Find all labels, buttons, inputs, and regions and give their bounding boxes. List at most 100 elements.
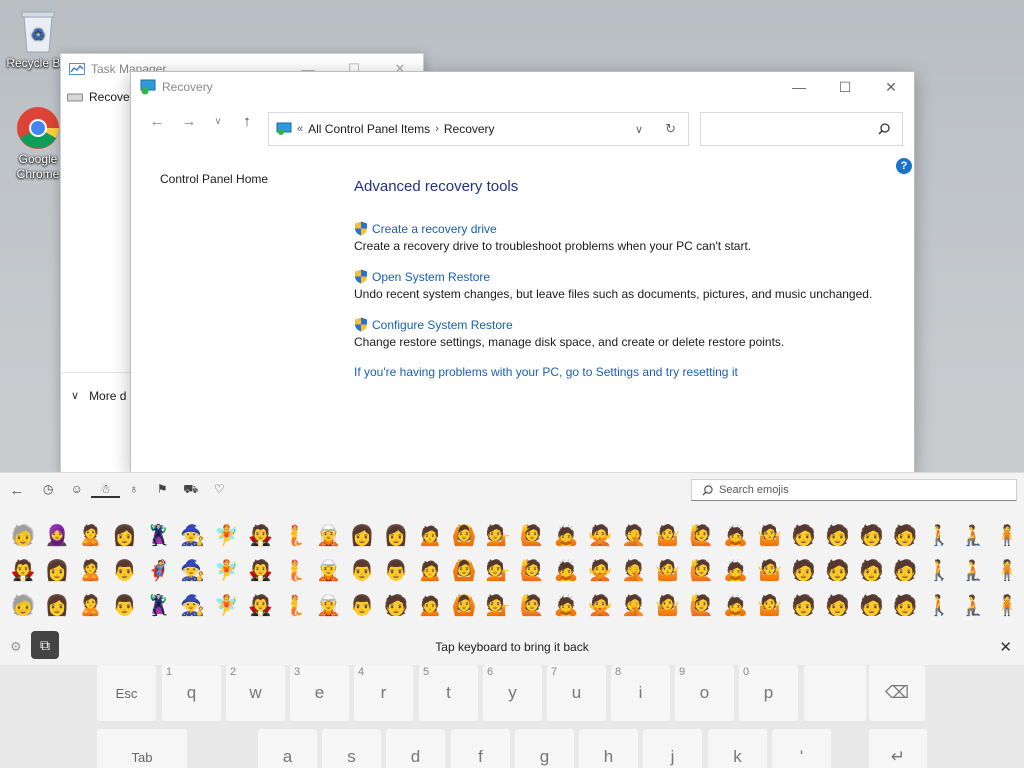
emoji-item[interactable]: 🙍: [413, 595, 447, 615]
emoji-item[interactable]: 🧛: [6, 560, 40, 580]
emoji-item[interactable]: 🙆: [447, 560, 481, 580]
key-Tab[interactable]: Tab: [97, 729, 187, 768]
emoji-item[interactable]: 🙋: [515, 560, 549, 580]
emoji-item[interactable]: 🧑: [821, 525, 855, 545]
car-icon[interactable]: ⛟: [177, 482, 206, 498]
emoji-search-input[interactable]: Search emojis: [691, 479, 1017, 501]
emoji-item[interactable]: 🙋: [685, 525, 719, 545]
key-e[interactable]: 3e: [290, 665, 349, 721]
emoji-item[interactable]: 🤷: [753, 560, 787, 580]
key-u[interactable]: 7u: [547, 665, 606, 721]
key-s[interactable]: s: [322, 729, 381, 768]
emoji-item[interactable]: 🧑: [787, 560, 821, 580]
emoji-item[interactable]: 👨: [345, 560, 379, 580]
emoji-item[interactable]: 🧍: [990, 525, 1024, 545]
key-r[interactable]: 4r: [354, 665, 413, 721]
emoji-item[interactable]: 🧚: [210, 525, 244, 545]
emoji-item[interactable]: 🧑: [888, 595, 922, 615]
key-q[interactable]: 1q: [162, 665, 221, 721]
emoji-item[interactable]: 🤦: [617, 595, 651, 615]
configure-system-restore-link[interactable]: Configure System Restore: [354, 317, 894, 332]
key-i[interactable]: 8i: [611, 665, 670, 721]
emoji-item[interactable]: 🦹: [142, 525, 176, 545]
emoji-item[interactable]: 🧜: [278, 525, 312, 545]
emoji-item[interactable]: 🧍: [990, 595, 1024, 615]
emoji-item[interactable]: 🤷: [651, 560, 685, 580]
emoji-item[interactable]: 🙍: [413, 560, 447, 580]
emoji-item[interactable]: 🙆: [447, 595, 481, 615]
emoji-item[interactable]: 💁: [481, 595, 515, 615]
emoji-item[interactable]: 🚶: [922, 595, 956, 615]
emoji-item[interactable]: 🧛: [244, 560, 278, 580]
emoji-item[interactable]: 🧝: [311, 560, 345, 580]
clock-icon[interactable]: ◷: [34, 482, 63, 498]
emoji-item[interactable]: 🙇: [549, 560, 583, 580]
smiley-icon[interactable]: ☺: [63, 482, 92, 498]
key-'[interactable]: ': [772, 729, 831, 768]
emoji-item[interactable]: 🤷: [753, 525, 787, 545]
emoji-item[interactable]: 🧜: [278, 560, 312, 580]
emoji-item[interactable]: 🙋: [515, 595, 549, 615]
key-h[interactable]: h: [579, 729, 638, 768]
create-recovery-drive-link[interactable]: Create a recovery drive: [354, 221, 894, 236]
emoji-item[interactable]: 🧎: [956, 560, 990, 580]
emoji-item[interactable]: 💁: [481, 560, 515, 580]
recovery-window[interactable]: Recovery — ☐ ✕ ← → ∨ ↑ « All Control Pan…: [130, 71, 915, 473]
emoji-item[interactable]: 🧎: [956, 595, 990, 615]
emoji-item[interactable]: 🧎: [956, 525, 990, 545]
close-icon[interactable]: ✕: [999, 638, 1012, 656]
emoji-item[interactable]: 🙋: [515, 525, 549, 545]
key-w[interactable]: 2w: [226, 665, 285, 721]
close-button[interactable]: ✕: [868, 72, 914, 102]
emoji-item[interactable]: 👨: [345, 595, 379, 615]
emoji-item[interactable]: 🙎: [74, 595, 108, 615]
emoji-item[interactable]: 🙇: [719, 560, 753, 580]
emoji-item[interactable]: 🧝: [311, 595, 345, 615]
emoji-item[interactable]: 👩: [379, 525, 413, 545]
key-y[interactable]: 6y: [483, 665, 542, 721]
emoji-item[interactable]: 🙇: [549, 595, 583, 615]
emoji-item[interactable]: 👩: [40, 595, 74, 615]
emoji-item[interactable]: 🧙: [176, 525, 210, 545]
emoji-item[interactable]: 🧛: [244, 595, 278, 615]
address-bar[interactable]: « All Control Panel Items › Recovery ∨ ↻: [268, 112, 689, 146]
maximize-button[interactable]: ☐: [822, 72, 868, 102]
emoji-item[interactable]: 👨: [108, 595, 142, 615]
emoji-item[interactable]: 🚶: [922, 560, 956, 580]
emoji-item[interactable]: 🧓: [6, 525, 40, 545]
task-manager-process-row[interactable]: Recover: [67, 90, 134, 104]
emoji-item[interactable]: 🧍: [990, 560, 1024, 580]
key-g[interactable]: g: [515, 729, 574, 768]
minimize-button[interactable]: —: [776, 72, 822, 102]
emoji-item[interactable]: 🧑: [888, 525, 922, 545]
up-arrow-icon[interactable]: ↑: [231, 113, 263, 130]
emoji-item[interactable]: 🤷: [651, 595, 685, 615]
emoji-item[interactable]: 🙅: [583, 595, 617, 615]
emoji-item[interactable]: 🙆: [447, 525, 481, 545]
emoji-item[interactable]: 🧛: [244, 525, 278, 545]
emoji-item[interactable]: 👩: [40, 560, 74, 580]
emoji-item[interactable]: 🧑: [854, 525, 888, 545]
flag-icon[interactable]: ⚑: [148, 482, 177, 498]
emoji-item[interactable]: 🧚: [210, 560, 244, 580]
emoji-item[interactable]: 🙅: [583, 560, 617, 580]
search-control-panel-input[interactable]: [700, 112, 903, 146]
back-arrow-icon[interactable]: ←: [141, 113, 173, 130]
emoji-item[interactable]: 🚶: [922, 525, 956, 545]
key-↵[interactable]: ↵: [869, 729, 927, 768]
touch-keyboard[interactable]: Esc1q2w3e4r5t6y7u8i9o0p⌫Tabasdfghjkl'↵: [0, 665, 1024, 768]
emoji-item[interactable]: 🙎: [74, 560, 108, 580]
reset-pc-settings-link[interactable]: If you're having problems with your PC, …: [354, 365, 894, 379]
emoji-item[interactable]: 🧑: [787, 525, 821, 545]
emoji-item[interactable]: 🙇: [719, 525, 753, 545]
breadcrumb-recovery[interactable]: Recovery: [444, 122, 495, 136]
emoji-item[interactable]: 🤦: [617, 560, 651, 580]
emoji-item[interactable]: 🤷: [651, 525, 685, 545]
emoji-item[interactable]: 🤷: [753, 595, 787, 615]
emoji-item[interactable]: 🙎: [74, 525, 108, 545]
emoji-item[interactable]: 🧚: [210, 595, 244, 615]
key-a[interactable]: a: [258, 729, 317, 768]
key-⌫[interactable]: ⌫: [869, 665, 925, 721]
forward-arrow-icon[interactable]: →: [173, 113, 205, 130]
open-system-restore-link[interactable]: Open System Restore: [354, 269, 894, 284]
